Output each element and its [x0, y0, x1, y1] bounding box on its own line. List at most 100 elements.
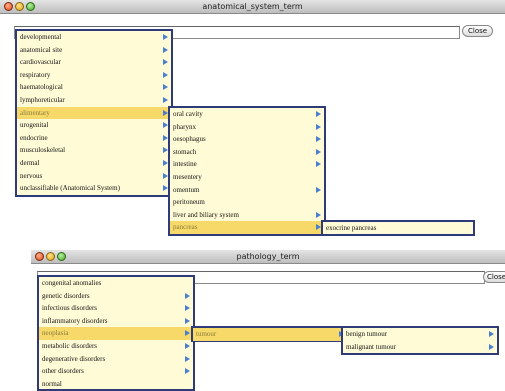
menu-item-oesophagus[interactable]: oesophagus [170, 133, 324, 146]
menu-item-degenerative-disorders[interactable]: degenerative disorders [39, 353, 193, 366]
menu-item-nervous[interactable]: nervous [17, 170, 171, 183]
menu-item-label: stomach [173, 147, 197, 156]
menu-item-tumour[interactable]: tumour [193, 328, 347, 341]
menu-item-lymphoreticular[interactable]: lymphoreticular [17, 94, 171, 107]
submenu-arrow-icon [185, 330, 190, 337]
menu-item-intestine[interactable]: intestine [170, 158, 324, 171]
menu-item-label: haematological [20, 83, 63, 92]
menu-item-benign-tumour[interactable]: benign tumour [343, 328, 497, 341]
menu-item-musculoskeletal[interactable]: musculoskeletal [17, 144, 171, 157]
menu-item-label: oesophagus [173, 135, 206, 144]
window-controls [4, 2, 35, 11]
menu-item-endocrine[interactable]: endocrine [17, 132, 171, 145]
submenu-arrow-icon [316, 111, 321, 117]
menu-item-omentum[interactable]: omentum [170, 184, 324, 197]
menu-item-cardiovascular[interactable]: cardiovascular [17, 56, 171, 69]
menu-item-congenital-anomalies[interactable]: congenital anomalies [39, 277, 193, 290]
anatomical-menu-level1: developmental anatomical site cardiovascul… [15, 29, 173, 197]
menu-item-other-disorders[interactable]: other disorders [39, 365, 193, 378]
menu-item-label: infectious disorders [42, 304, 98, 313]
menu-item-respiratory[interactable]: respiratory [17, 69, 171, 82]
submenu-arrow-icon [185, 305, 190, 312]
menu-item-label: neoplasia [42, 329, 69, 338]
menu-item-label: liver and biliary system [173, 210, 239, 219]
submenu-arrow-icon [316, 123, 321, 130]
pathology-menu-level2: tumour [191, 326, 349, 342]
menu-item-oral-cavity[interactable]: oral cavity [170, 108, 324, 121]
menu-item-label: metabolic disorders [42, 341, 98, 350]
menu-item-label: respiratory [20, 70, 51, 79]
menu-item-label: peritoneum [173, 198, 205, 207]
menu-item-label: mesentery [173, 172, 202, 181]
menu-item-label: dermal [20, 158, 40, 167]
close-window-icon[interactable] [35, 252, 44, 261]
menu-item-label: cardiovascular [20, 58, 61, 67]
close-window-icon[interactable] [4, 2, 13, 11]
anatomical-window: anatomical_system_term Close development… [0, 0, 505, 240]
pathology-menu-level1: congenital anomalies genetic disorders inf… [37, 275, 195, 391]
submenu-arrow-icon [489, 343, 494, 350]
zoom-window-icon[interactable] [26, 2, 35, 11]
menu-item-label: congenital anomalies [42, 279, 102, 287]
menu-item-liver-and-biliary-system[interactable]: liver and biliary system [170, 209, 324, 222]
close-button[interactable]: Close [483, 271, 505, 283]
menu-item-label: pancreas [173, 223, 198, 232]
menu-item-genetic-disorders[interactable]: genetic disorders [39, 290, 193, 303]
anatomical-menu-level3: exocrine pancreas [321, 220, 475, 236]
menu-item-metabolic-disorders[interactable]: metabolic disorders [39, 340, 193, 353]
submenu-arrow-icon [163, 96, 168, 103]
menu-item-alimentary[interactable]: alimentary [17, 106, 171, 120]
menu-item-exocrine-pancreas[interactable]: exocrine pancreas [323, 222, 473, 235]
pathology-window: pathology_term Close congenital anomalie… [31, 250, 505, 391]
menu-item-stomach[interactable]: stomach [170, 146, 324, 159]
menu-item-label: tumour [196, 330, 217, 338]
menu-item-malignant-tumour[interactable]: malignant tumour [343, 341, 497, 354]
menu-item-mesentery[interactable]: mesentery [170, 171, 324, 184]
menu-item-normal[interactable]: normal [39, 378, 193, 391]
window-controls [35, 252, 66, 261]
submenu-arrow-icon [185, 355, 190, 362]
menu-item-label: benign tumour [346, 330, 388, 338]
menu-item-label: normal [42, 379, 62, 388]
menu-item-haematological[interactable]: haematological [17, 81, 171, 94]
menu-item-pharynx[interactable]: pharynx [170, 121, 324, 134]
menu-item-label: degenerative disorders [42, 354, 106, 363]
minimize-window-icon[interactable] [15, 2, 24, 11]
title-bar[interactable]: anatomical_system_term [0, 0, 505, 14]
menu-item-pancreas[interactable]: pancreas [170, 221, 324, 234]
zoom-window-icon[interactable] [57, 252, 66, 261]
submenu-arrow-icon [316, 136, 321, 143]
close-button[interactable]: Close [462, 25, 494, 37]
submenu-arrow-icon [163, 59, 168, 66]
menu-item-label: urogenital [20, 121, 49, 130]
submenu-arrow-icon [489, 331, 494, 337]
menu-item-neoplasia[interactable]: neoplasia [39, 327, 193, 340]
menu-item-urogenital[interactable]: urogenital [17, 119, 171, 132]
title-bar[interactable]: pathology_term [31, 250, 505, 264]
window-title: anatomical_system_term [202, 2, 303, 11]
menu-item-developmental[interactable]: developmental [17, 31, 171, 44]
menu-item-dermal[interactable]: dermal [17, 157, 171, 170]
menu-item-label: omentum [173, 185, 200, 194]
menu-item-label: nervous [20, 171, 43, 180]
submenu-arrow-icon [185, 317, 190, 324]
menu-item-inflammatory-disorders[interactable]: inflammatory disorders [39, 315, 193, 328]
submenu-arrow-icon [185, 292, 190, 299]
minimize-window-icon[interactable] [46, 252, 55, 261]
menu-item-label: musculoskeletal [20, 146, 66, 155]
submenu-arrow-icon [185, 342, 190, 349]
menu-item-label: alimentary [20, 108, 50, 117]
pathology-menu-level3: benign tumour malignant tumour [341, 326, 499, 355]
submenu-arrow-icon [316, 161, 321, 168]
menu-item-label: lymphoreticular [20, 95, 65, 104]
submenu-arrow-icon [163, 46, 168, 53]
menu-item-label: pharynx [173, 122, 196, 131]
menu-item-peritoneum[interactable]: peritoneum [170, 196, 324, 209]
menu-item-label: developmental [20, 33, 62, 41]
submenu-arrow-icon [316, 211, 321, 218]
menu-item-unclassifiable-anatomical-system[interactable]: unclassifiable (Anatomical System) [17, 182, 171, 195]
menu-item-anatomical-site[interactable]: anatomical site [17, 44, 171, 57]
menu-item-label: oral cavity [173, 110, 203, 118]
menu-item-label: inflammatory disorders [42, 316, 108, 325]
menu-item-infectious-disorders[interactable]: infectious disorders [39, 302, 193, 315]
